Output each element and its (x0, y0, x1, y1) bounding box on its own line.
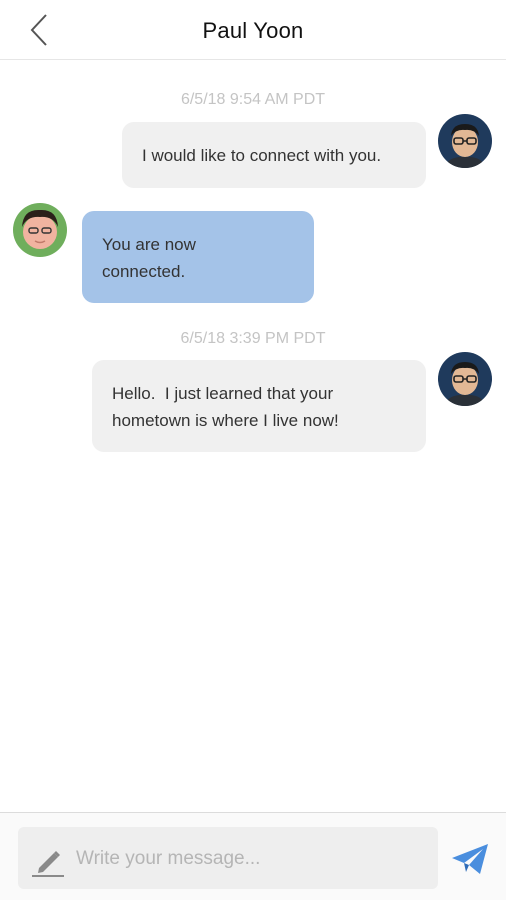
avatar-photo (438, 352, 492, 406)
message-input-box[interactable] (18, 827, 438, 889)
message-text-line: You are now (102, 235, 196, 254)
message-timestamp: 6/5/18 3:39 PM PDT (180, 330, 326, 347)
message-text-line: connected. (102, 262, 186, 281)
message-text: I would like to connect with you. (142, 146, 382, 165)
incoming-message-bubble[interactable]: You are now connected. (82, 211, 314, 303)
contact-name: Paul Yoon (202, 18, 304, 43)
chat-screen: Paul Yoon 6/5/18 9:54 AM PDT I would lik… (0, 0, 506, 900)
pencil-icon (32, 851, 64, 877)
message-timestamp: 6/5/18 9:54 AM PDT (180, 91, 326, 108)
paper-plane-icon (452, 844, 488, 874)
message-text-line: Hello. I just learned that your (112, 384, 334, 403)
outgoing-message-bubble[interactable]: Hello. I just learned that your hometown… (92, 360, 426, 452)
outgoing-message-bubble[interactable]: I would like to connect with you. (122, 122, 426, 188)
my-avatar[interactable] (438, 114, 492, 168)
my-avatar[interactable] (438, 352, 492, 406)
contact-avatar[interactable] (13, 203, 67, 257)
send-button[interactable] (450, 841, 490, 877)
message-composer (0, 812, 506, 900)
avatar-photo (438, 114, 492, 168)
chat-header: Paul Yoon (0, 0, 506, 60)
message-text-line: hometown is where I live now! (112, 411, 339, 430)
message-input[interactable] (76, 845, 416, 873)
avatar-photo (13, 203, 67, 257)
